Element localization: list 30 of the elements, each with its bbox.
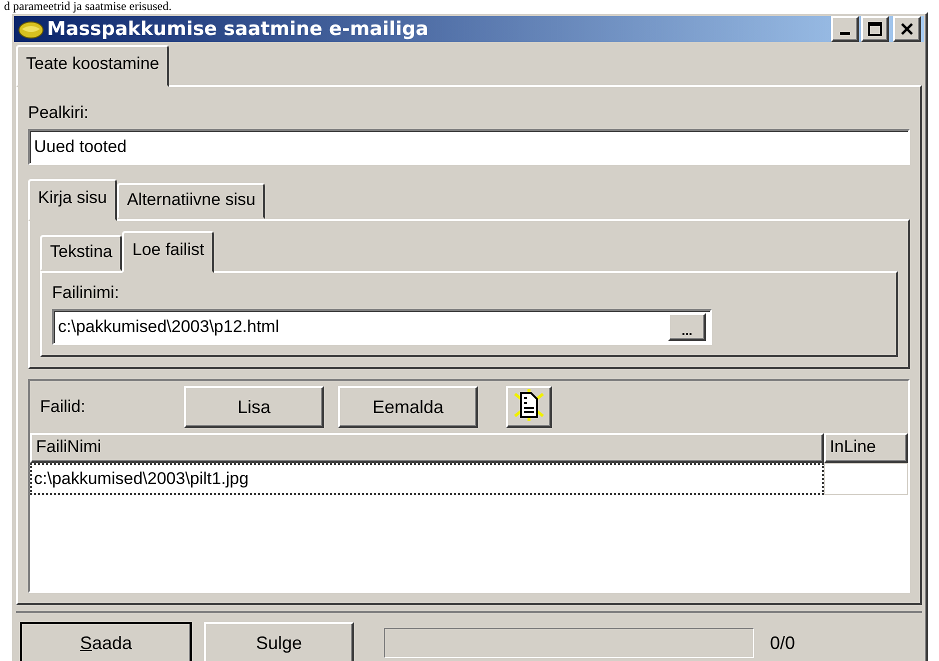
page-text: d parameetrid ja saatmise erisused. <box>3 0 172 12</box>
toolbar-button[interactable]: Eemalda <box>338 386 478 428</box>
tab[interactable]: Loe failist <box>122 231 214 273</box>
tab[interactable]: Tekstina <box>40 235 122 271</box>
close-button[interactable] <box>893 16 921 42</box>
minimize-icon <box>840 32 850 35</box>
minimize-button[interactable] <box>831 16 859 42</box>
maximize-button[interactable] <box>861 16 889 42</box>
table-cell[interactable]: c:\pakkumised\2003\pilt1.jpg <box>30 463 824 495</box>
field-label: Pealkiri: <box>28 103 90 123</box>
maximize-icon <box>868 22 882 36</box>
tab[interactable]: Teate koostamine <box>16 45 170 87</box>
table-cell[interactable] <box>824 463 908 495</box>
toolbar-button[interactable]: Lisa <box>184 386 324 428</box>
browse-button[interactable]: ... <box>668 313 706 341</box>
progress-counter: 0/0 <box>770 632 796 654</box>
column-header[interactable]: FailiNimi <box>30 433 824 463</box>
close-icon <box>900 22 914 36</box>
tab[interactable]: Kirja sisu <box>28 179 117 221</box>
field-label: Failinimi: <box>52 283 120 303</box>
document-button[interactable] <box>506 386 552 428</box>
column-header[interactable]: InLine <box>824 433 908 463</box>
window-title: Masspakkumise saatmine e-mailiga <box>47 18 430 40</box>
files-label: Failid: <box>40 397 86 417</box>
subject-field[interactable]: Uued tooted <box>28 129 910 165</box>
document-icon <box>512 388 546 422</box>
dialog-button[interactable]: Sulge <box>204 622 354 661</box>
tab[interactable]: Alternatiivne sisu <box>116 183 266 219</box>
filename-field[interactable]: c:\pakkumised\2003\p12.html ... <box>52 309 712 345</box>
dialog-button[interactable]: Saada <box>20 622 192 661</box>
